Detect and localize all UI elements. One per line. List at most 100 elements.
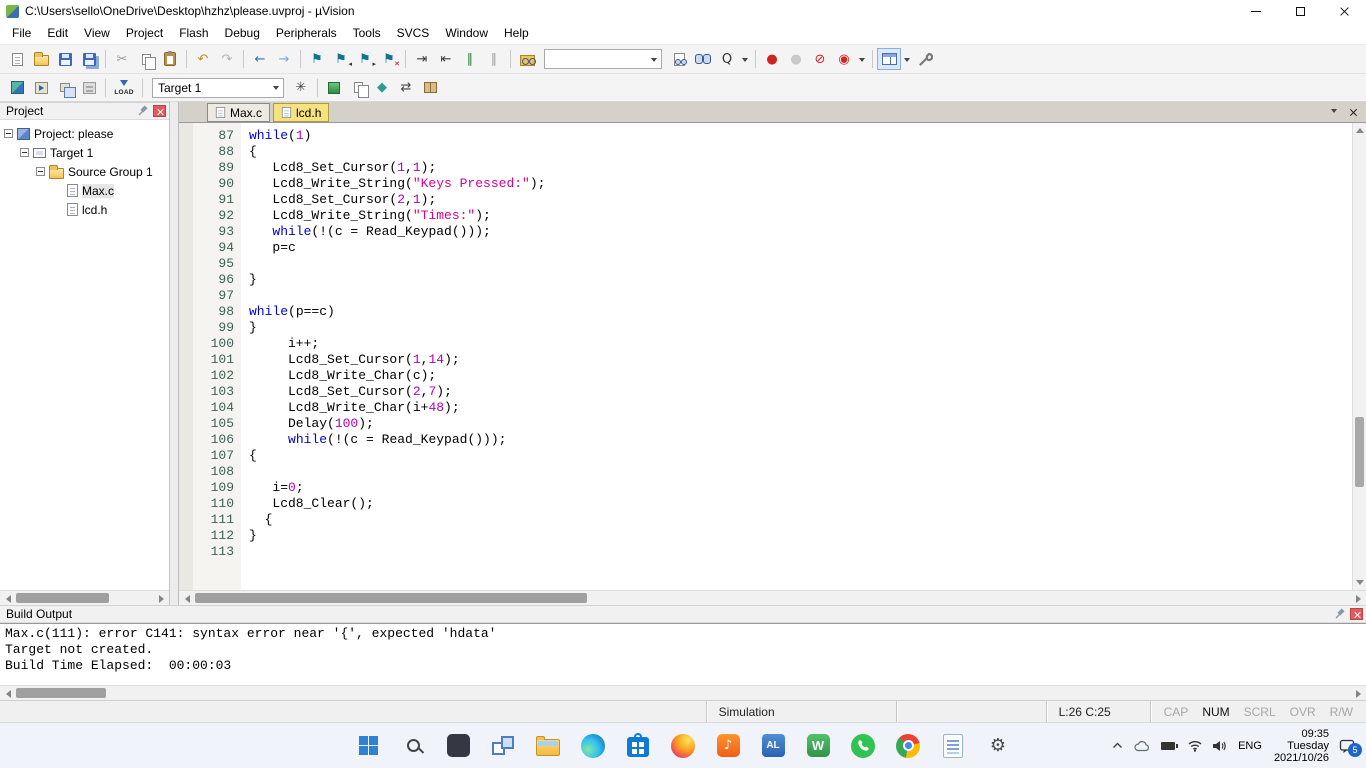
scroll-left-icon[interactable] <box>0 591 15 606</box>
find-in-files-icon[interactable] <box>515 48 539 70</box>
scroll-thumb[interactable] <box>16 688 106 698</box>
media-player-icon[interactable]: ♪ <box>709 727 747 765</box>
scroll-left-icon[interactable] <box>179 591 194 606</box>
insert-breakpoint-icon[interactable]: ● <box>760 48 784 70</box>
microsoft-store-icon[interactable] <box>619 727 657 765</box>
file-explorer-icon[interactable] <box>529 727 567 765</box>
build-icon[interactable] <box>29 77 53 99</box>
tab-list-dropdown-icon[interactable] <box>1331 108 1337 116</box>
menu-view[interactable]: View <box>76 22 118 44</box>
scroll-up-icon[interactable] <box>1353 123 1366 137</box>
select-software-packs-icon[interactable]: ⇄ <box>394 77 418 99</box>
cut-icon[interactable]: ✂ <box>110 48 134 70</box>
clear-bookmarks-icon[interactable]: ⚑ ✕ <box>377 48 401 70</box>
editor-tab-lcd-h[interactable]: lcd.h <box>273 103 330 122</box>
scroll-right-icon[interactable] <box>154 591 169 606</box>
build-output-content[interactable]: Max.c(111): error C141: syntax error nea… <box>0 623 1366 685</box>
menu-file[interactable]: File <box>4 22 39 44</box>
maximize-button[interactable] <box>1278 0 1322 22</box>
breakpoint-options-icon[interactable]: ◉ <box>832 48 856 70</box>
editor-tab-max-c[interactable]: Max.c <box>207 103 271 122</box>
editor-hscrollbar[interactable] <box>179 590 1366 605</box>
find-options-dropdown[interactable] <box>739 48 751 70</box>
scroll-thumb[interactable] <box>1355 417 1364 488</box>
edge-browser-icon[interactable] <box>574 727 612 765</box>
indent-icon[interactable]: ⇥ <box>410 48 434 70</box>
menu-edit[interactable]: Edit <box>39 22 76 44</box>
debug-windows-dropdown[interactable] <box>901 48 913 70</box>
tree-node-lcd-h[interactable]: lcd.h <box>0 200 169 219</box>
redo-icon[interactable]: ↷ <box>215 48 239 70</box>
code-editor[interactable]: 87 while(1) 88 {89 Lcd8_Set_Cursor(1,1); 90 … <box>179 123 1366 590</box>
save-icon[interactable] <box>53 48 77 70</box>
chrome-icon[interactable] <box>889 727 927 765</box>
file-extensions-icon[interactable] <box>346 77 370 99</box>
translate-file-icon[interactable] <box>5 77 29 99</box>
previous-bookmark-icon[interactable]: ⚑ ◂ <box>329 48 353 70</box>
configure-tools-icon[interactable] <box>913 48 937 70</box>
debug-windows-icon[interactable] <box>877 48 901 70</box>
rebuild-all-icon[interactable] <box>53 77 77 99</box>
task-view-icon[interactable] <box>484 727 522 765</box>
manage-run-time-environment-icon[interactable] <box>322 77 346 99</box>
tree-node-target-1[interactable]: Target 1 <box>0 143 169 162</box>
books-icon[interactable]: ◆ <box>370 77 394 99</box>
open-file-icon[interactable] <box>29 48 53 70</box>
scroll-down-icon[interactable] <box>1353 576 1366 590</box>
download-icon[interactable]: LOAD <box>110 77 138 99</box>
menu-tools[interactable]: Tools <box>345 22 389 44</box>
combo-dropdown-icon[interactable] <box>646 50 661 68</box>
toggle-bookmark-icon[interactable]: ⚑ <box>305 48 329 70</box>
close-panel-icon[interactable] <box>153 105 166 117</box>
close-document-icon[interactable] <box>1349 108 1358 117</box>
pack-installer-icon[interactable] <box>418 77 442 99</box>
wifi-icon[interactable] <box>1188 740 1202 752</box>
kill-all-breakpoints-icon[interactable]: ⊘ <box>808 48 832 70</box>
batch-build-icon[interactable] <box>77 77 101 99</box>
menu-svcs[interactable]: SVCS <box>389 22 438 44</box>
paste-icon[interactable] <box>158 48 182 70</box>
save-all-icon[interactable] <box>77 48 101 70</box>
pin-icon[interactable] <box>136 104 150 118</box>
project-hscrollbar[interactable] <box>0 590 169 605</box>
menu-project[interactable]: Project <box>118 22 171 44</box>
clock[interactable]: 09:35 Tuesday 2021/10/26 <box>1274 728 1329 764</box>
terminal-app-icon[interactable] <box>439 727 477 765</box>
incremental-find-icon[interactable]: Q <box>715 48 739 70</box>
editor-vscrollbar[interactable] <box>1352 123 1366 590</box>
start-button[interactable] <box>349 727 387 765</box>
menu-peripherals[interactable]: Peripherals <box>268 22 345 44</box>
close-button[interactable] <box>1322 0 1366 22</box>
search-in-document-icon[interactable] <box>667 48 691 70</box>
menu-window[interactable]: Window <box>437 22 496 44</box>
settings-app-icon[interactable]: ⚙ <box>979 727 1017 765</box>
firefox-icon[interactable] <box>664 727 702 765</box>
tree-expander-icon[interactable] <box>20 148 29 157</box>
notification-icon[interactable]: 5 <box>1339 738 1362 757</box>
menu-debug[interactable]: Debug <box>217 22 268 44</box>
enable-disable-breakpoint-icon[interactable]: ● <box>784 48 808 70</box>
unindent-icon[interactable]: ⇤ <box>434 48 458 70</box>
scroll-right-icon[interactable] <box>1351 686 1366 701</box>
uncomment-icon[interactable]: ∥ <box>482 48 506 70</box>
scroll-left-icon[interactable] <box>0 686 15 701</box>
navigate-forward-icon[interactable]: → <box>272 48 296 70</box>
panel-splitter[interactable] <box>170 102 178 605</box>
tree-node-max-c[interactable]: Max.c <box>0 181 169 200</box>
onedrive-icon[interactable] <box>1133 740 1151 752</box>
comment-icon[interactable]: ∥ <box>458 48 482 70</box>
build-output-hscrollbar[interactable] <box>0 685 1366 700</box>
tree-node-project-please[interactable]: Project: please <box>0 124 169 143</box>
menu-flash[interactable]: Flash <box>171 22 216 44</box>
combo-dropdown-icon[interactable] <box>268 79 283 97</box>
navigate-back-icon[interactable]: ← <box>248 48 272 70</box>
tree-expander-icon[interactable] <box>4 129 13 138</box>
undo-icon[interactable]: ↶ <box>191 48 215 70</box>
target-select-combo[interactable]: Target 1 <box>152 77 284 98</box>
battery-icon[interactable] <box>1161 741 1179 751</box>
whatsapp-icon[interactable] <box>844 727 882 765</box>
tree-node-source-group-1[interactable]: Source Group 1 <box>0 162 169 181</box>
find-icon[interactable] <box>691 48 715 70</box>
scroll-thumb[interactable] <box>16 593 109 603</box>
wps-office-icon[interactable]: W <box>799 727 837 765</box>
